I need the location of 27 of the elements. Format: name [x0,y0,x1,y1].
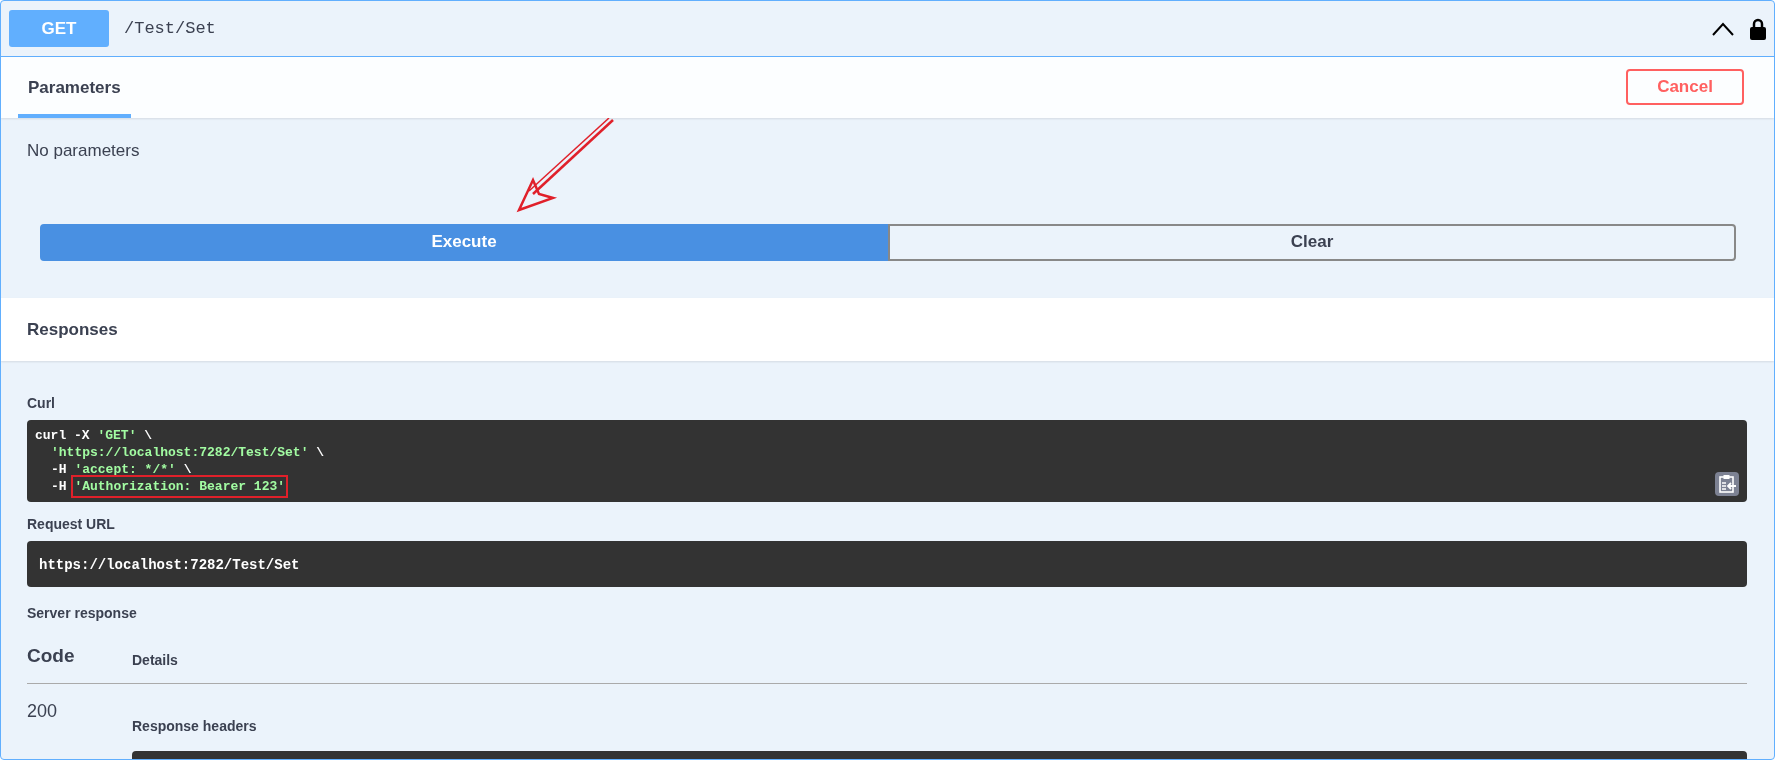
url-text: https://localhost:7282/Test/Set [39,557,300,573]
code-text: 'https://localhost:7282/Test/Set' [50,444,309,461]
code-text: -H [50,461,68,478]
lock-icon[interactable] [1750,17,1766,40]
clear-button[interactable]: Clear [888,223,1736,261]
copy-icon[interactable] [1715,472,1739,496]
section-title: Responses [27,318,118,341]
code-text: 'GET' [97,427,137,444]
field-label: Response headers [132,716,257,736]
method-badge: GET [9,10,109,47]
code-text: 'accept: */*' [74,461,176,478]
code-text: \ [143,427,153,444]
field-label: Server response [27,604,137,623]
code-text: \ [315,444,325,461]
code-text: \ [182,461,192,478]
empty-message: No parameters [27,140,140,162]
endpoint-path: /Test/Set [124,17,216,40]
parameters-tab[interactable]: Parameters [18,74,131,118]
column-header: Code [27,645,75,666]
collapse-icon[interactable] [1712,21,1734,36]
column-header: Details [132,650,178,670]
code-text: curl -X [35,427,91,444]
field-label: Curl [27,394,55,413]
code-text: 'Authorization: Bearer 123' [74,478,286,495]
status-code: 200 [27,700,58,721]
field-label: Request URL [27,515,115,534]
code-text: -H [50,478,68,495]
